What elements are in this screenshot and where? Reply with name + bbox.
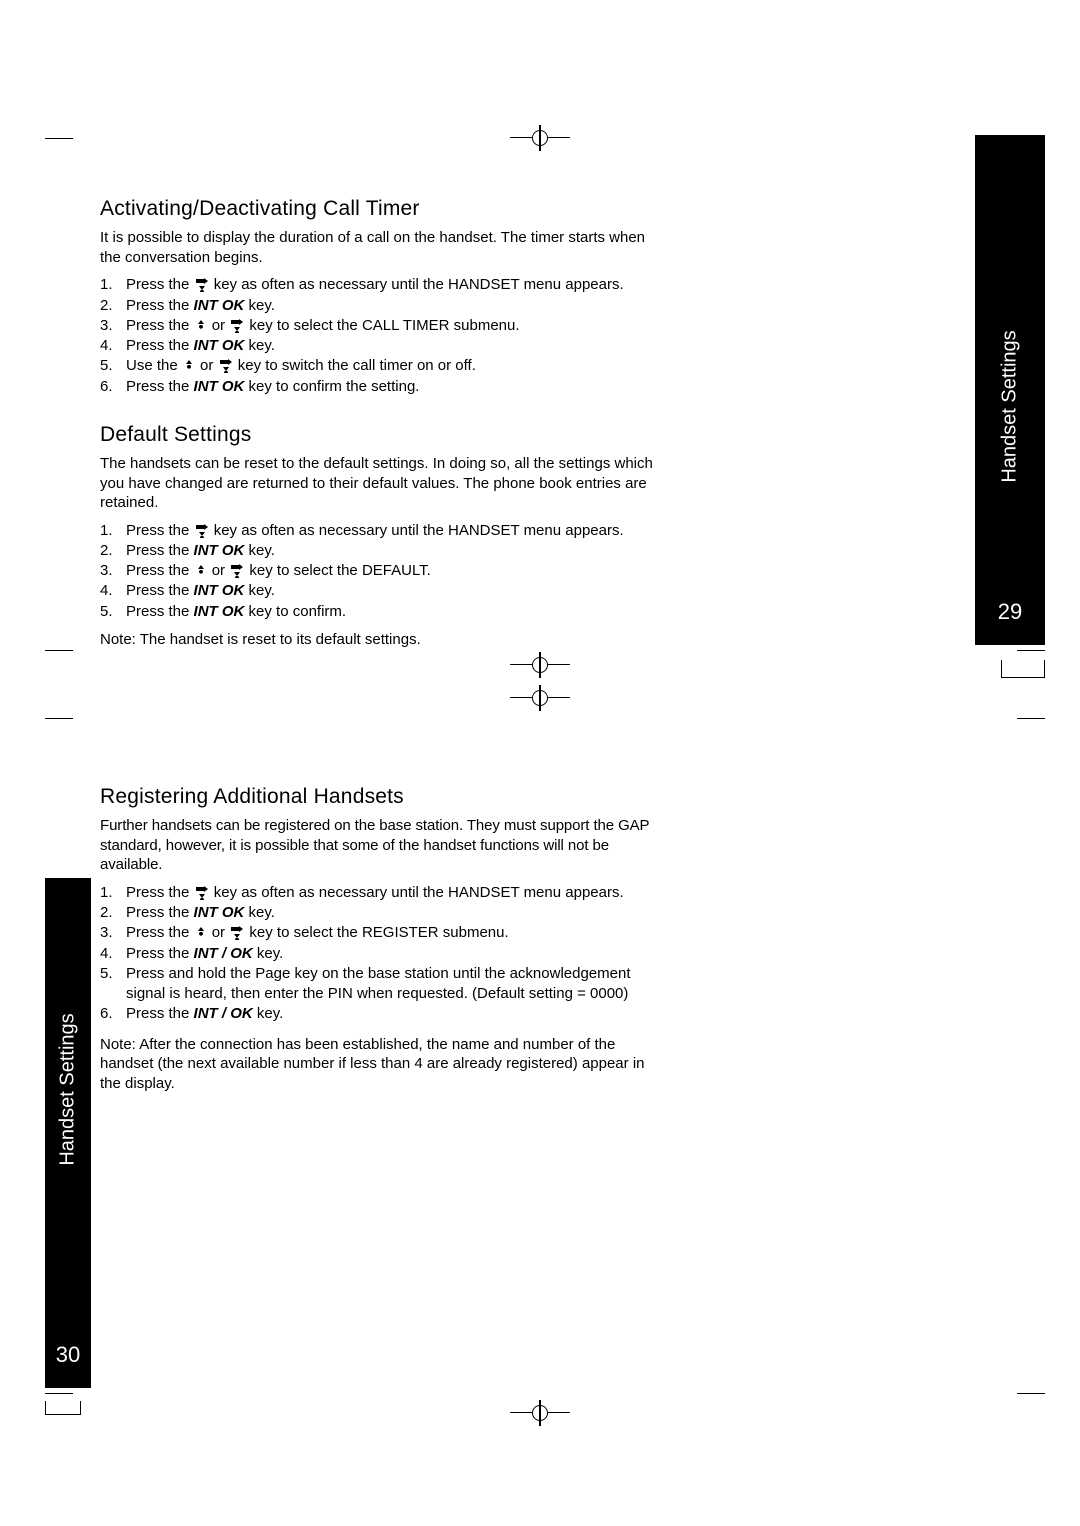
registration-mark-icon bbox=[510, 655, 570, 675]
side-tab: Handset Settings 29 bbox=[975, 135, 1045, 645]
intro-paragraph: It is possible to display the duration o… bbox=[100, 228, 655, 267]
intro-paragraph: Further handsets can be registered on th… bbox=[100, 816, 660, 875]
nav-down-icon bbox=[194, 277, 210, 292]
list-item: 1.Press the key as often as necessary un… bbox=[100, 521, 655, 541]
key-label: INT / OK bbox=[194, 1005, 253, 1022]
list-item: 4.Press the INT OK key. bbox=[100, 581, 655, 601]
crop-mark bbox=[45, 718, 73, 719]
intro-paragraph: The handsets can be reset to the default… bbox=[100, 454, 655, 513]
nav-down-icon bbox=[229, 925, 245, 940]
key-label: INT OK bbox=[194, 337, 245, 354]
side-tab-label: Handset Settings bbox=[999, 330, 1022, 482]
nav-down-icon bbox=[229, 318, 245, 333]
registration-mark-icon bbox=[510, 688, 570, 708]
nav-up-icon bbox=[194, 925, 208, 940]
key-label: INT OK bbox=[194, 297, 245, 314]
list-item: 3.Press the or key to select the DEFAULT… bbox=[100, 561, 655, 581]
step-list-default: 1.Press the key as often as necessary un… bbox=[100, 521, 655, 622]
key-label: INT / OK bbox=[194, 945, 253, 962]
content-area: Registering Additional Handsets Further … bbox=[100, 783, 660, 1101]
nav-up-icon bbox=[182, 358, 196, 373]
nav-up-icon bbox=[194, 318, 208, 333]
nav-down-icon bbox=[194, 523, 210, 538]
list-item: 5.Use the or key to switch the call time… bbox=[100, 356, 655, 376]
list-item: 3.Press the or key to select the CALL TI… bbox=[100, 316, 655, 336]
note-paragraph: Note: The handset is reset to its defaul… bbox=[100, 630, 655, 650]
list-item: 5.Press the INT OK key to confirm. bbox=[100, 602, 655, 622]
step-list-register: 1.Press the key as often as necessary un… bbox=[100, 883, 660, 1025]
list-item: 6.Press the INT / OK key. bbox=[100, 1004, 660, 1024]
list-item: 1.Press the key as often as necessary un… bbox=[100, 883, 660, 903]
key-label: INT OK bbox=[194, 603, 245, 620]
list-item: 4.Press the INT / OK key. bbox=[100, 944, 660, 964]
crop-mark bbox=[1017, 1393, 1045, 1394]
crop-rect bbox=[45, 1401, 81, 1415]
page-number: 30 bbox=[45, 1342, 91, 1368]
list-item: 3.Press the or key to select the REGISTE… bbox=[100, 923, 660, 943]
list-item: 2.Press the INT OK key. bbox=[100, 903, 660, 923]
content-area: Activating/Deactivating Call Timer It is… bbox=[100, 195, 655, 657]
section-heading: Default Settings bbox=[100, 421, 655, 448]
crop-rect bbox=[1001, 660, 1045, 678]
list-item: 6.Press the INT OK key to confirm the se… bbox=[100, 377, 655, 397]
list-item: 4.Press the INT OK key. bbox=[100, 336, 655, 356]
nav-down-icon bbox=[218, 358, 234, 373]
section-heading: Registering Additional Handsets bbox=[100, 783, 660, 810]
crop-mark bbox=[45, 650, 73, 651]
crop-mark bbox=[45, 1393, 73, 1394]
page-number: 29 bbox=[975, 599, 1045, 625]
crop-mark bbox=[1017, 650, 1045, 651]
list-item: 2.Press the INT OK key. bbox=[100, 541, 655, 561]
nav-down-icon bbox=[194, 885, 210, 900]
nav-up-icon bbox=[194, 563, 208, 578]
nav-down-icon bbox=[229, 563, 245, 578]
registration-mark-icon bbox=[510, 1403, 570, 1423]
list-item: 1.Press the key as often as necessary un… bbox=[100, 275, 655, 295]
key-label: INT OK bbox=[194, 904, 245, 921]
side-tab: Handset Settings 30 bbox=[45, 878, 91, 1388]
key-label: INT OK bbox=[194, 542, 245, 559]
registration-mark-icon bbox=[510, 128, 570, 148]
crop-mark bbox=[1017, 718, 1045, 719]
note-paragraph: Note: After the connection has been esta… bbox=[100, 1035, 660, 1094]
key-label: INT OK bbox=[194, 582, 245, 599]
step-list-call-timer: 1.Press the key as often as necessary un… bbox=[100, 275, 655, 397]
page-30: Handset Settings 30 Registering Addition… bbox=[0, 763, 1080, 1526]
crop-mark bbox=[45, 138, 73, 139]
list-item: 2.Press the INT OK key. bbox=[100, 296, 655, 316]
list-item: 5.Press and hold the Page key on the bas… bbox=[100, 964, 660, 1005]
key-label: INT OK bbox=[194, 378, 245, 395]
page-29: Handset Settings 29 Activating/Deactivat… bbox=[0, 0, 1080, 763]
side-tab-label: Handset Settings bbox=[57, 1013, 80, 1165]
section-heading: Activating/Deactivating Call Timer bbox=[100, 195, 655, 222]
